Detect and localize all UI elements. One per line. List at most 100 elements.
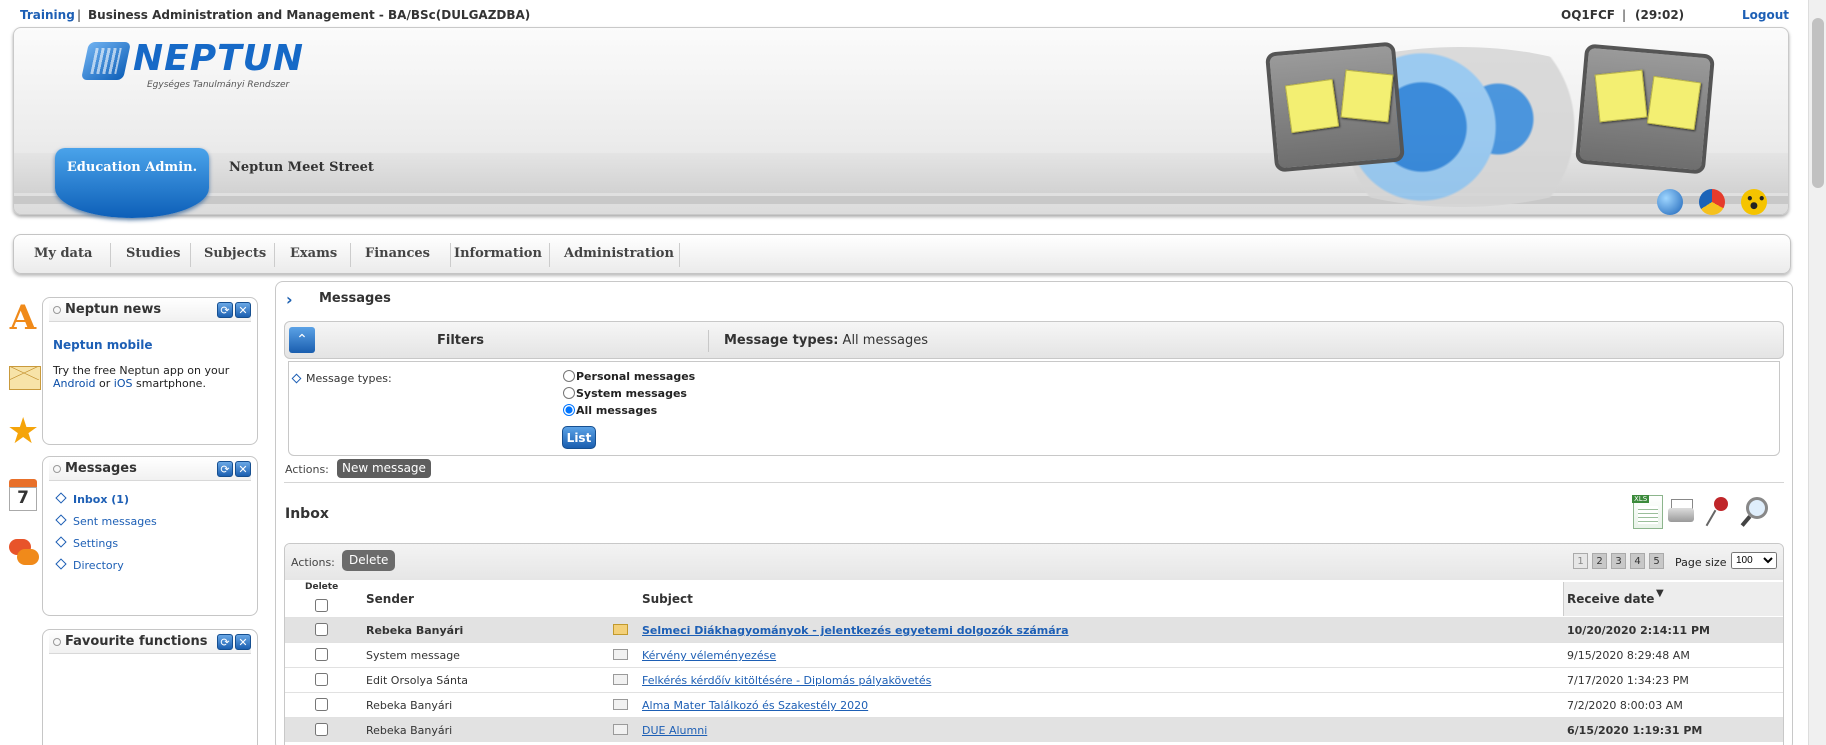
subject-link[interactable]: Kérvény véleményezése (642, 649, 776, 662)
menu-studies[interactable]: Studies (126, 246, 180, 261)
diamond-icon (55, 492, 67, 504)
radio-input[interactable] (563, 387, 575, 399)
bullet-icon (53, 306, 61, 314)
row-checkbox[interactable] (315, 698, 328, 711)
table-row[interactable]: Rebeka Banyári DUE Alumni 6/15/2020 1:19… (285, 717, 1783, 742)
tab-neptun-meet-street[interactable]: Neptun Meet Street (229, 160, 374, 175)
close-icon[interactable]: ✕ (235, 634, 251, 650)
logout-link[interactable]: Logout (1742, 8, 1789, 22)
collapse-filter-icon[interactable]: ⌃ (289, 327, 315, 353)
news-text-part: Try the free Neptun app on your (53, 364, 230, 377)
directory-link[interactable]: Directory (55, 558, 124, 572)
menu-information[interactable]: Information (454, 246, 542, 261)
link-label: Inbox (1) (73, 493, 129, 506)
chat-icon[interactable] (7, 533, 39, 573)
star-icon[interactable]: ★ (7, 412, 39, 452)
radio-all-messages[interactable]: All messages (563, 404, 657, 417)
menu-exams[interactable]: Exams (290, 246, 337, 261)
accessibility-icon[interactable] (1741, 189, 1767, 215)
diamond-icon (55, 558, 67, 570)
page-size-select[interactable]: 100 (1731, 552, 1777, 569)
table-row[interactable]: System message Kérvény véleményezése 9/1… (285, 642, 1783, 667)
page-5[interactable]: 5 (1649, 553, 1664, 569)
row-checkbox[interactable] (315, 723, 328, 736)
page-scrollbar[interactable] (1808, 0, 1826, 745)
page-2[interactable]: 2 (1592, 553, 1607, 569)
xls-export-icon[interactable] (1632, 495, 1663, 529)
page-4[interactable]: 4 (1630, 553, 1645, 569)
session-timer: (29:02) (1635, 8, 1685, 22)
page-1[interactable]: 1 (1573, 553, 1588, 569)
page-3[interactable]: 3 (1611, 553, 1626, 569)
ios-link[interactable]: iOS (114, 377, 133, 390)
sticky-note-icon (1594, 69, 1648, 123)
select-all-checkbox[interactable] (315, 599, 328, 612)
tab-education-admin[interactable]: Education Admin. (55, 148, 209, 218)
subject-column-header[interactable]: Subject (642, 592, 693, 606)
mail-icon[interactable] (7, 356, 41, 396)
print-icon[interactable] (1668, 495, 1698, 529)
envelope-unread-icon (613, 624, 628, 635)
radio-input[interactable] (563, 370, 575, 382)
menu-finances[interactable]: Finances (365, 246, 430, 261)
row-checkbox[interactable] (315, 673, 328, 686)
menu-administration[interactable]: Administration (564, 246, 674, 261)
new-message-button[interactable]: New message (337, 459, 431, 478)
neptun-logo-icon (80, 42, 132, 80)
training-label[interactable]: Training (20, 8, 75, 22)
refresh-icon[interactable]: ⟳ (217, 461, 233, 477)
divider (284, 482, 1784, 483)
table-row[interactable]: Rebeka Banyári Selmeci Diákhagyományok -… (285, 617, 1783, 642)
list-button[interactable]: List (562, 426, 596, 449)
box-header: Favourite functions ⟳ ✕ (49, 630, 251, 654)
summary-value: All messages (842, 333, 928, 348)
calendar-icon[interactable]: 7 (7, 475, 39, 515)
subject-link[interactable]: DUE Alumni (642, 724, 707, 737)
diamond-icon (291, 373, 302, 384)
box-title: Favourite functions (65, 634, 208, 649)
row-checkbox[interactable] (315, 648, 328, 661)
close-icon[interactable]: ✕ (235, 461, 251, 477)
globe-icon[interactable] (1657, 189, 1683, 215)
news-item-text: Try the free Neptun app on your Android … (53, 364, 253, 390)
a-icon[interactable]: A (7, 298, 39, 338)
diamond-icon (55, 536, 67, 548)
menu-subjects[interactable]: Subjects (204, 246, 266, 261)
calendar-day: 7 (9, 487, 37, 511)
radio-personal-messages[interactable]: Personal messages (563, 370, 695, 383)
news-item-title[interactable]: Neptun mobile (53, 338, 152, 352)
radio-system-messages[interactable]: System messages (563, 387, 687, 400)
color-theme-icon[interactable] (1699, 189, 1725, 215)
diamond-icon (55, 514, 67, 526)
row-checkbox[interactable] (315, 623, 328, 636)
subject-link[interactable]: Selmeci Diákhagyományok - jelentkezés eg… (642, 624, 1069, 637)
sender-cell: Rebeka Banyári (366, 624, 464, 637)
receive-date-column-header[interactable]: Receive date (1567, 592, 1654, 606)
filter-summary: Message types: All messages (724, 333, 928, 348)
sender-column-header[interactable]: Sender (366, 592, 414, 606)
pin-icon[interactable] (1704, 495, 1734, 529)
subject-link[interactable]: Alma Mater Találkozó és Szakestély 2020 (642, 699, 868, 712)
sent-messages-link[interactable]: Sent messages (55, 514, 157, 528)
android-link[interactable]: Android (53, 377, 96, 390)
close-icon[interactable]: ✕ (235, 302, 251, 318)
radio-input[interactable] (563, 404, 575, 416)
menu-divider (110, 243, 111, 267)
delete-button[interactable]: Delete (342, 550, 396, 571)
sort-desc-icon[interactable]: ▼ (1656, 588, 1664, 599)
refresh-icon[interactable]: ⟳ (217, 634, 233, 650)
box-header: Messages ⟳ ✕ (49, 457, 251, 481)
summary-label: Message types: (724, 333, 839, 348)
scrollbar-thumb[interactable] (1812, 18, 1824, 188)
radio-label: All messages (576, 404, 658, 417)
subject-link[interactable]: Felkérés kérdőív kitöltésére - Diplomás … (642, 674, 931, 687)
filter-body: Message types: Personal messages System … (288, 361, 1780, 456)
inbox-link[interactable]: Inbox (1) (55, 492, 129, 506)
table-row[interactable]: Edit Orsolya Sánta Felkérés kérdőív kitö… (285, 667, 1783, 692)
search-icon[interactable] (1738, 495, 1768, 529)
neptun-news-box: Neptun news ⟳ ✕ Neptun mobile Try the fr… (42, 297, 258, 445)
refresh-icon[interactable]: ⟳ (217, 302, 233, 318)
menu-my-data[interactable]: My data (34, 246, 92, 261)
settings-link[interactable]: Settings (55, 536, 118, 550)
table-row[interactable]: Rebeka Banyári Alma Mater Találkozó és S… (285, 692, 1783, 717)
